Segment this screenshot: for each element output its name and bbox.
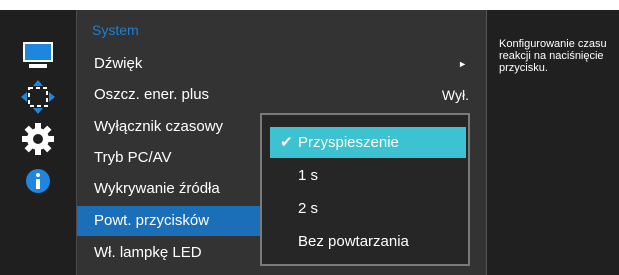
menu-item-label: Powt. przycisków bbox=[94, 212, 210, 229]
option-label: Przyspieszenie bbox=[298, 134, 399, 151]
option-no-repeat[interactable]: Bez powtarzania bbox=[270, 226, 466, 257]
option-acceleration[interactable]: ✔ Przyspieszenie bbox=[270, 127, 466, 158]
option-2s[interactable]: 2 s bbox=[270, 193, 466, 224]
sidebar bbox=[0, 10, 76, 275]
menu-item-value: Wył. bbox=[441, 87, 469, 103]
menu-item-eco-saving[interactable]: Oszcz. ener. plus Wył. bbox=[77, 80, 487, 110]
monitor-icon[interactable] bbox=[19, 36, 57, 74]
move-arrows-icon[interactable] bbox=[19, 78, 57, 116]
menu-item-label: Wyłącznik czasowy bbox=[94, 118, 224, 135]
gear-icon[interactable] bbox=[19, 120, 57, 158]
option-1s[interactable]: 1 s bbox=[270, 160, 466, 191]
osd-window: System Dźwięk ► Oszcz. ener. plus Wył. W… bbox=[0, 0, 619, 275]
checkmark-icon: ✔ bbox=[280, 134, 293, 151]
menu-item-label: Wykrywanie źródła bbox=[94, 180, 220, 197]
info-panel: Konfigurowanie czasu reakcji na naciśnię… bbox=[486, 10, 619, 275]
info-icon[interactable] bbox=[19, 162, 57, 200]
submenu-arrow-icon: ► bbox=[458, 59, 467, 69]
menu-item-label: Dźwięk bbox=[94, 55, 143, 72]
option-label: Bez powtarzania bbox=[298, 233, 409, 250]
menu-item-sound[interactable]: Dźwięk ► bbox=[77, 49, 487, 79]
top-strip bbox=[0, 0, 619, 10]
option-label: 2 s bbox=[298, 200, 319, 217]
menu-title: System bbox=[92, 22, 139, 38]
option-popup: ✔ Przyspieszenie 1 s 2 s Bez powtarzania bbox=[260, 113, 470, 266]
menu-item-label: Tryb PC/AV bbox=[94, 149, 172, 166]
info-text: Konfigurowanie czasu reakcji na naciśnię… bbox=[499, 38, 607, 74]
menu-item-label: Wł. lampkę LED bbox=[94, 244, 202, 261]
menu-item-key-repeat[interactable]: Powt. przycisków bbox=[77, 206, 277, 236]
menu-item-label: Oszcz. ener. plus bbox=[94, 86, 210, 103]
option-label: 1 s bbox=[298, 167, 319, 184]
